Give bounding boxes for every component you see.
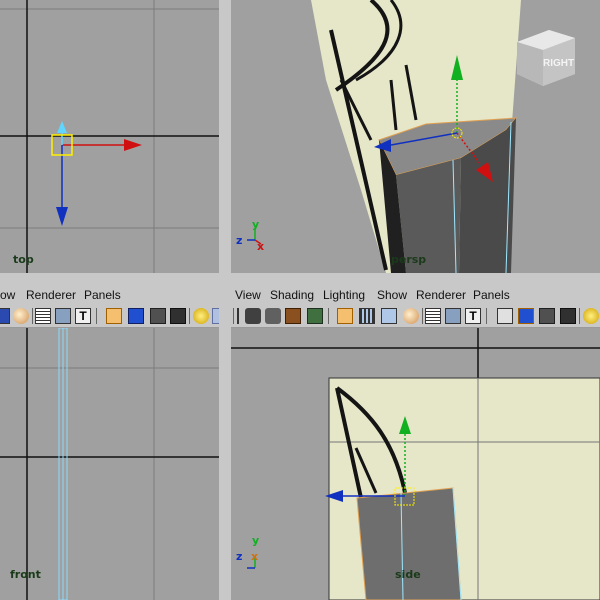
- persp-view-label: persp: [391, 253, 427, 266]
- menu-panels[interactable]: Panels: [84, 288, 121, 302]
- menu-renderer[interactable]: Renderer: [416, 288, 466, 302]
- text-icon[interactable]: T: [465, 308, 481, 324]
- side-scene: [231, 328, 600, 600]
- camera-attr-icon[interactable]: [265, 308, 281, 324]
- panel-menubar-left: ow Renderer Panels: [0, 285, 219, 305]
- menu-show[interactable]: Show: [377, 288, 407, 302]
- front-viewport-grid: [0, 328, 219, 600]
- axis-x-label: x: [257, 240, 265, 253]
- cube-blue-icon[interactable]: [128, 308, 144, 324]
- view-cube-face-label: RIGHT: [543, 58, 575, 69]
- camera-icon[interactable]: [245, 308, 261, 324]
- front-viewport[interactable]: front: [0, 328, 219, 600]
- bookmark-icon[interactable]: [285, 308, 301, 324]
- axis-y-label: y: [252, 534, 260, 547]
- move-manipulator[interactable]: [0, 0, 219, 273]
- grid-toggle-icon[interactable]: [337, 308, 353, 324]
- vertical-splitter[interactable]: [219, 0, 231, 600]
- y-arrow-head[interactable]: [57, 121, 67, 133]
- cube-outline-icon[interactable]: [497, 308, 513, 324]
- image-plane-icon[interactable]: [307, 308, 323, 324]
- top-view-label: top: [13, 253, 34, 266]
- panel-toolbar-left: T: [0, 305, 219, 328]
- axis-x-label: x: [251, 550, 259, 563]
- ball-icon[interactable]: [13, 308, 29, 324]
- smooth-grid-icon[interactable]: [55, 308, 71, 324]
- wire-grid-icon[interactable]: [35, 308, 51, 324]
- blue-shade-icon[interactable]: [0, 308, 10, 324]
- menu-panels[interactable]: Panels: [473, 288, 510, 302]
- cube-dark-icon[interactable]: [150, 308, 166, 324]
- menu-lighting[interactable]: Lighting: [323, 288, 365, 302]
- side-viewport-panel[interactable]: View Shading Lighting Show Renderer Pane…: [231, 285, 600, 600]
- menu-shading[interactable]: Shading: [270, 288, 314, 302]
- menu-renderer[interactable]: Renderer: [26, 288, 76, 302]
- wire-grid-icon[interactable]: [425, 308, 441, 324]
- snap-icon[interactable]: [237, 308, 243, 324]
- persp-viewport[interactable]: RIGHT y z x persp: [231, 0, 600, 273]
- smooth-grid-icon[interactable]: [445, 308, 461, 324]
- menu-view[interactable]: View: [235, 288, 261, 302]
- axis-z-label: z: [236, 234, 243, 247]
- panel-menubar-right: View Shading Lighting Show Renderer Pane…: [231, 285, 600, 305]
- cube-shadow-icon[interactable]: [170, 308, 186, 324]
- resolution-gate-icon[interactable]: [381, 308, 397, 324]
- top-viewport-panel[interactable]: top: [0, 0, 219, 273]
- cube-blue-icon[interactable]: [518, 308, 534, 324]
- front-viewport-panel[interactable]: ow Renderer Panels T front: [0, 285, 219, 600]
- z-arrow-head[interactable]: [56, 207, 68, 226]
- panel-toolbar-right: T: [231, 305, 600, 328]
- top-viewport[interactable]: top: [0, 0, 219, 273]
- x-arrow-head[interactable]: [124, 139, 142, 151]
- side-viewport[interactable]: y z x side: [231, 328, 600, 600]
- cube-dark-icon[interactable]: [539, 308, 555, 324]
- menu-show[interactable]: ow: [0, 288, 15, 302]
- bulb-icon[interactable]: [583, 308, 599, 324]
- ball-icon[interactable]: [403, 308, 419, 324]
- bulb-icon[interactable]: [193, 308, 209, 324]
- film-gate-icon[interactable]: [359, 308, 375, 324]
- cube-outline-icon[interactable]: [106, 308, 122, 324]
- horizontal-splitter[interactable]: [0, 273, 600, 285]
- light-icon[interactable]: [212, 308, 219, 324]
- persp-viewport-panel[interactable]: RIGHT y z x persp: [231, 0, 600, 273]
- view-cube[interactable]: RIGHT: [513, 22, 579, 88]
- axis-y-label: y: [252, 218, 260, 231]
- text-icon[interactable]: T: [75, 308, 91, 324]
- side-view-label: side: [395, 568, 421, 581]
- cube-shadow-icon[interactable]: [560, 308, 576, 324]
- axis-z-label: z: [236, 550, 243, 563]
- front-view-label: front: [10, 568, 41, 581]
